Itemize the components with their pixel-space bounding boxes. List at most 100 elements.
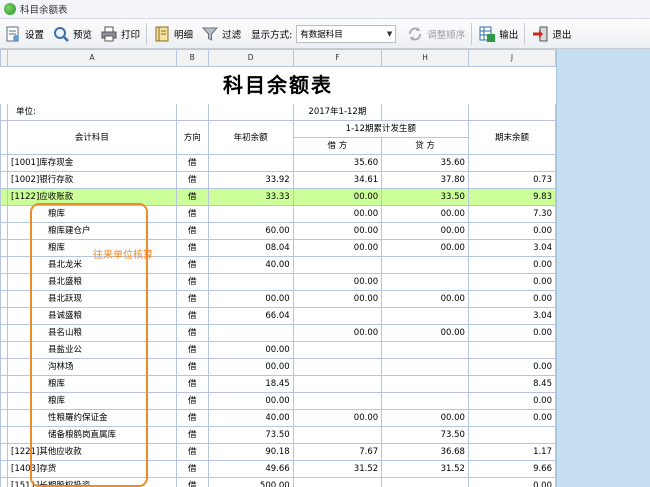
- debit-cell[interactable]: [292, 358, 383, 376]
- debit-cell[interactable]: 00.00: [292, 409, 383, 427]
- opening-cell[interactable]: [207, 324, 294, 342]
- column-header[interactable]: [0, 49, 8, 67]
- credit-cell[interactable]: 73.50: [381, 426, 469, 444]
- opening-cell[interactable]: 00.00: [207, 392, 294, 410]
- direction-cell[interactable]: 借: [175, 409, 209, 427]
- debit-cell[interactable]: 00.00: [292, 188, 383, 206]
- row-gutter[interactable]: [0, 358, 8, 376]
- direction-cell[interactable]: 借: [175, 324, 209, 342]
- table-row[interactable]: [1001]库存现金借 35.60 35.60: [0, 154, 556, 172]
- opening-cell[interactable]: [207, 154, 294, 172]
- credit-cell[interactable]: 31.52: [381, 460, 469, 478]
- direction-cell[interactable]: 借: [175, 290, 209, 308]
- debit-cell[interactable]: [292, 307, 383, 325]
- account-cell[interactable]: [1001]库存现金: [7, 154, 177, 172]
- row-gutter[interactable]: [0, 256, 8, 274]
- closing-cell[interactable]: 3.04: [467, 239, 556, 257]
- row-gutter[interactable]: [0, 273, 8, 291]
- credit-cell[interactable]: [381, 256, 469, 274]
- opening-cell[interactable]: 60.00: [207, 222, 294, 240]
- closing-cell[interactable]: 0.00: [467, 290, 556, 308]
- direction-cell[interactable]: 借: [175, 443, 209, 461]
- closing-cell[interactable]: 0.73: [467, 171, 556, 189]
- closing-cell[interactable]: [467, 426, 556, 444]
- direction-cell[interactable]: 借: [175, 477, 209, 487]
- opening-cell[interactable]: 33.92: [207, 171, 294, 189]
- row-gutter[interactable]: [0, 426, 8, 444]
- row-gutter[interactable]: [0, 290, 8, 308]
- row-gutter[interactable]: [0, 205, 8, 223]
- row-gutter[interactable]: [0, 341, 8, 359]
- row-gutter[interactable]: [0, 171, 8, 189]
- opening-cell[interactable]: [207, 273, 294, 291]
- closing-cell[interactable]: [467, 341, 556, 359]
- credit-cell[interactable]: 00.00: [381, 205, 469, 223]
- opening-cell[interactable]: 00.00: [207, 290, 294, 308]
- closing-cell[interactable]: 7.30: [467, 205, 556, 223]
- direction-cell[interactable]: 借: [175, 205, 209, 223]
- debit-cell[interactable]: 00.00: [292, 273, 383, 291]
- column-header[interactable]: F: [292, 49, 383, 67]
- column-header[interactable]: D: [207, 49, 294, 67]
- print-button[interactable]: 打印: [96, 21, 144, 47]
- direction-cell[interactable]: 借: [175, 392, 209, 410]
- closing-cell[interactable]: 0.00: [467, 324, 556, 342]
- direction-cell[interactable]: 借: [175, 375, 209, 393]
- debit-cell[interactable]: 34.61: [292, 171, 383, 189]
- debit-cell[interactable]: 35.60: [292, 154, 383, 172]
- debit-cell[interactable]: 00.00: [292, 239, 383, 257]
- direction-cell[interactable]: 借: [175, 341, 209, 359]
- direction-cell[interactable]: 借: [175, 154, 209, 172]
- credit-cell[interactable]: [381, 273, 469, 291]
- opening-cell[interactable]: 40.00: [207, 256, 294, 274]
- credit-cell[interactable]: 35.60: [381, 154, 469, 172]
- credit-cell[interactable]: [381, 392, 469, 410]
- direction-cell[interactable]: 借: [175, 426, 209, 444]
- row-gutter[interactable]: [0, 222, 8, 240]
- row-gutter[interactable]: [0, 324, 8, 342]
- credit-cell[interactable]: [381, 375, 469, 393]
- closing-cell[interactable]: 9.83: [467, 188, 556, 206]
- direction-cell[interactable]: 借: [175, 171, 209, 189]
- opening-cell[interactable]: 33.33: [207, 188, 294, 206]
- reorder-button[interactable]: 调整顺序: [402, 21, 469, 47]
- credit-cell[interactable]: [381, 341, 469, 359]
- column-header[interactable]: J: [467, 49, 556, 67]
- debit-cell[interactable]: [292, 477, 383, 487]
- credit-cell[interactable]: 00.00: [381, 222, 469, 240]
- credit-cell[interactable]: 37.80: [381, 171, 469, 189]
- column-header[interactable]: H: [381, 49, 469, 67]
- opening-cell[interactable]: 08.04: [207, 239, 294, 257]
- credit-cell[interactable]: 00.00: [381, 324, 469, 342]
- row-gutter[interactable]: [0, 375, 8, 393]
- direction-cell[interactable]: 借: [175, 188, 209, 206]
- credit-cell[interactable]: 36.68: [381, 443, 469, 461]
- credit-cell[interactable]: [381, 477, 469, 487]
- debit-cell[interactable]: 00.00: [292, 205, 383, 223]
- debit-cell[interactable]: 00.00: [292, 222, 383, 240]
- credit-cell[interactable]: 00.00: [381, 290, 469, 308]
- closing-cell[interactable]: 3.04: [467, 307, 556, 325]
- credit-cell[interactable]: 00.00: [381, 239, 469, 257]
- debit-cell[interactable]: [292, 341, 383, 359]
- display-mode-select[interactable]: 有数据科目 ▼: [296, 24, 397, 43]
- closing-cell[interactable]: 8.45: [467, 375, 556, 393]
- debit-cell[interactable]: [292, 256, 383, 274]
- debit-cell[interactable]: 00.00: [292, 324, 383, 342]
- credit-cell[interactable]: [381, 307, 469, 325]
- closing-cell[interactable]: 0.00: [467, 222, 556, 240]
- row-gutter[interactable]: [0, 477, 8, 487]
- export-button[interactable]: 输出: [474, 21, 522, 47]
- row-gutter[interactable]: [0, 239, 8, 257]
- closing-cell[interactable]: 1.17: [467, 443, 556, 461]
- debit-cell[interactable]: [292, 392, 383, 410]
- closing-cell[interactable]: 9.66: [467, 460, 556, 478]
- opening-cell[interactable]: 00.00: [207, 341, 294, 359]
- closing-cell[interactable]: 0.00: [467, 256, 556, 274]
- opening-cell[interactable]: 49.66: [207, 460, 294, 478]
- row-gutter[interactable]: [0, 307, 8, 325]
- column-header[interactable]: B: [175, 49, 209, 67]
- row-gutter[interactable]: [0, 460, 8, 478]
- direction-cell[interactable]: 借: [175, 307, 209, 325]
- filter-button[interactable]: 过滤: [197, 21, 245, 47]
